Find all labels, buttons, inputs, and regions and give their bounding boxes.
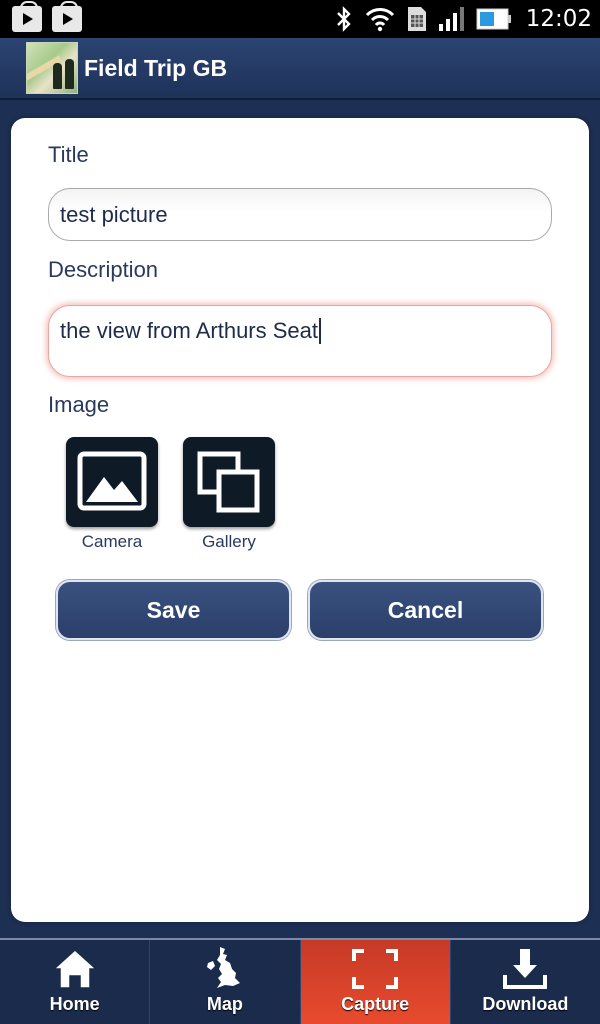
description-field-value: the view from Arthurs Seat [60,318,318,343]
gallery-icon [197,451,260,513]
bluetooth-icon [336,6,351,32]
description-label: Description [48,257,159,282]
capture-icon [352,949,399,989]
cancel-button[interactable]: Cancel [308,580,543,640]
capture-form: Title test picture Description the view … [11,118,589,922]
nav-map-label: Map [206,994,243,1014]
camera-button-label: Camera [81,532,143,551]
nav-capture-label: Capture [341,994,410,1014]
wifi-icon [365,8,394,32]
nav-download-label: Download [482,994,569,1014]
title-field[interactable]: test picture [48,188,552,241]
gallery-button[interactable] [183,437,275,527]
description-field[interactable]: the view from Arthurs Seat [48,305,552,377]
download-icon [503,949,548,989]
camera-button[interactable] [66,437,158,527]
battery-icon [476,8,511,30]
nav-map[interactable]: Map [150,940,301,1024]
play-store-icon [52,1,82,32]
nav-capture[interactable]: Capture [300,940,451,1024]
app-logo [26,42,78,94]
nav-home[interactable]: Home [0,940,151,1024]
nav-home-label: Home [49,994,100,1014]
title-field-value: test picture [60,201,168,227]
text-caret [319,318,321,344]
title-label: Title [48,142,89,167]
nav-download[interactable]: Download [451,940,600,1024]
save-button[interactable]: Save [56,580,291,640]
home-icon [51,948,98,989]
uk-map-icon [206,947,240,988]
app-header: Field Trip GB [0,38,600,100]
gallery-button-label: Gallery [202,532,256,551]
camera-image-icon [77,451,147,511]
clock: 12:02 [525,6,592,32]
app-title: Field Trip GB [84,54,228,81]
sim-icon [407,7,426,31]
image-label: Image [48,392,110,417]
bottom-nav: Home Map Capture Download [0,938,600,1024]
status-bar: 12:02 [0,0,600,38]
signal-icon [438,7,464,31]
play-store-icon [12,1,42,32]
